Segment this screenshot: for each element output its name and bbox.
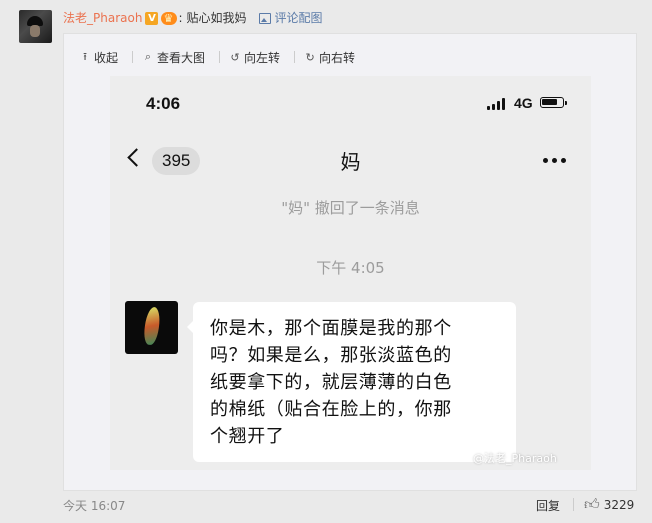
toolbar-divider bbox=[219, 51, 221, 63]
rotate-left-button[interactable]: ↺ 向左转 bbox=[230, 49, 280, 66]
reply-button[interactable]: 回复 bbox=[536, 497, 560, 514]
message-timestamp: 下午 4:05 bbox=[316, 259, 385, 277]
weibo-watermark: @法老_Pharaoh bbox=[473, 452, 557, 465]
message-bubble: 你是木，那个面膜是我的那个 吗？如果是么，那张淡蓝色的 纸要拿下的，就层薄薄的白… bbox=[187, 302, 516, 462]
rotate-left-label: 向左转 bbox=[244, 50, 281, 65]
message-line: 的棉纸（贴合在脸上的，你那 bbox=[210, 399, 452, 420]
comment-pic-link[interactable]: 评论配图 bbox=[258, 9, 323, 27]
user-avatar[interactable] bbox=[19, 10, 52, 43]
collapse-label: 收起 bbox=[94, 50, 119, 65]
sender-avatar bbox=[125, 301, 178, 354]
comment-line: 法老_Pharaoh V : 贴心如我妈 评论配图 bbox=[63, 9, 323, 28]
avatar-face-shape bbox=[30, 25, 40, 37]
toolbar-divider bbox=[294, 51, 296, 63]
like-button[interactable]: 👍︎ 3229 bbox=[584, 495, 634, 514]
comment-pic-label: 评论配图 bbox=[274, 11, 323, 25]
like-count: 3229 bbox=[603, 497, 635, 512]
collapse-arrow-icon: ⭱ bbox=[83, 49, 87, 63]
network-type: 4G bbox=[514, 95, 533, 111]
more-options-icon bbox=[543, 158, 566, 163]
image-toolbar: ⭱ 收起 ⌕ 查看大图 ↺ 向左转 ↻ 向右转 bbox=[80, 49, 369, 65]
magnifier-icon: ⌕ bbox=[144, 50, 152, 63]
comment-username[interactable]: 法老_Pharaoh bbox=[63, 9, 142, 27]
view-large-label: 查看大图 bbox=[157, 50, 206, 65]
image-viewer-panel: ⭱ 收起 ⌕ 查看大图 ↺ 向左转 ↻ 向右转 4:06 4G 395 妈 "妈… bbox=[63, 33, 637, 491]
member-crown-icon bbox=[161, 10, 178, 28]
verified-v-icon: V bbox=[145, 11, 159, 25]
phone-status-time: 4:06 bbox=[146, 94, 181, 113]
message-line: 你是木，那个面膜是我的那个 bbox=[210, 318, 452, 339]
rotate-left-icon: ↺ bbox=[230, 50, 240, 64]
image-icon bbox=[258, 12, 271, 24]
battery-icon bbox=[540, 97, 567, 108]
chat-title: 妈 bbox=[340, 150, 361, 174]
collapse-button[interactable]: ⭱ 收起 bbox=[80, 48, 118, 67]
avatar-leaf-shape bbox=[142, 306, 162, 346]
recall-notice: "妈" 撤回了一条消息 bbox=[281, 199, 420, 217]
toolbar-divider bbox=[132, 51, 134, 63]
comment-text: 贴心如我妈 bbox=[186, 11, 247, 25]
thumbs-up-icon: 👍︎ bbox=[584, 495, 600, 513]
rotate-right-icon: ↻ bbox=[305, 50, 315, 64]
rotate-right-button[interactable]: ↻ 向右转 bbox=[305, 49, 355, 66]
comment-time: 今天 16:07 bbox=[63, 499, 126, 513]
message-line: 吗？如果是么，那张淡蓝色的 bbox=[210, 345, 452, 366]
view-large-button[interactable]: ⌕ 查看大图 bbox=[143, 49, 205, 66]
footer-divider bbox=[573, 498, 574, 511]
message-line: 个翘开了 bbox=[210, 426, 285, 447]
comment-separator: : bbox=[178, 11, 183, 25]
signal-icon bbox=[487, 98, 505, 110]
rotate-right-label: 向右转 bbox=[319, 50, 356, 65]
comment-image[interactable]: 4:06 4G 395 妈 "妈" 撤回了一条消息 下午 4:05 你是木，那个… bbox=[110, 76, 591, 470]
message-line: 纸要拿下的，就层薄薄的白色 bbox=[210, 372, 452, 393]
